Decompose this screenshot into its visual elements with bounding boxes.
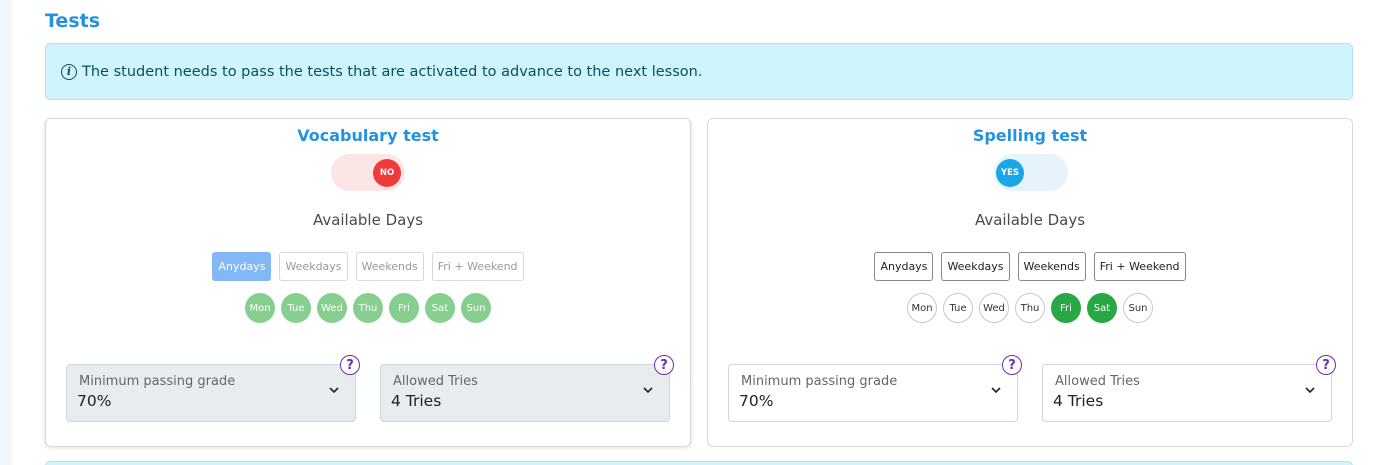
preset-weekdays-button[interactable]: Weekdays [941,252,1010,281]
preset-row: Anydays Weekdays Weekends Fri + Weekend [46,252,690,281]
day-tue[interactable]: Tue [281,293,311,323]
info-circle-icon: i [61,63,77,80]
spelling-test-toggle[interactable]: YES [994,154,1068,191]
day-wed[interactable]: Wed [317,293,347,323]
select-value: 4 Tries [1053,392,1104,410]
preset-row: Anydays Weekdays Weekends Fri + Weekend [708,252,1352,281]
select-value: 70% [77,392,112,410]
day-sat[interactable]: Sat [425,293,455,323]
day-sun[interactable]: Sun [1123,293,1153,323]
allowed-tries-select[interactable]: Allowed Tries 4 Tries ? [380,355,674,422]
day-mon[interactable]: Mon [245,293,275,323]
day-mon[interactable]: Mon [907,293,937,323]
day-fri[interactable]: Fri [389,293,419,323]
next-section-alert [45,461,1353,465]
day-sun[interactable]: Sun [461,293,491,323]
min-grade-select[interactable]: Minimum passing grade 70% ? [66,355,360,422]
available-days-label: Available Days [312,211,424,229]
day-row: Mon Tue Wed Thu Fri Sat Sun [46,293,690,323]
day-sat[interactable]: Sat [1087,293,1117,323]
preset-anydays-button[interactable]: Anydays [874,252,934,281]
chevron-down-icon [1305,387,1315,394]
toggle-knob: YES [996,159,1024,187]
info-message: The student needs to pass the tests that… [82,63,703,80]
chevron-down-icon [991,387,1001,394]
page-title: Tests [45,10,101,32]
card-title: Vocabulary test [297,126,439,145]
preset-fri-weekend-button[interactable]: Fri + Weekend [431,252,524,281]
chevron-down-icon [643,387,653,394]
spelling-test-card: Spelling test YES Available Days Anydays… [707,118,1353,447]
preset-anydays-button[interactable]: Anydays [212,252,272,281]
preset-weekdays-button[interactable]: Weekdays [279,252,348,281]
min-grade-select[interactable]: Minimum passing grade 70% ? [728,355,1022,422]
help-icon[interactable]: ? [654,355,674,375]
select-label: Minimum passing grade [79,374,236,389]
preset-fri-weekend-button[interactable]: Fri + Weekend [1093,252,1186,281]
day-wed[interactable]: Wed [979,293,1009,323]
help-icon[interactable]: ? [340,355,360,375]
select-label: Minimum passing grade [741,374,898,389]
info-alert: i The student needs to pass the tests th… [45,43,1353,100]
preset-weekends-button[interactable]: Weekends [1017,252,1086,281]
preset-weekends-button[interactable]: Weekends [355,252,424,281]
day-tue[interactable]: Tue [943,293,973,323]
chevron-down-icon [329,387,339,394]
select-label: Allowed Tries [1055,374,1140,389]
help-icon[interactable]: ? [1316,355,1336,375]
toggle-knob: NO [373,159,401,187]
allowed-tries-select[interactable]: Allowed Tries 4 Tries ? [1042,355,1336,422]
day-thu[interactable]: Thu [353,293,383,323]
left-strip [0,0,12,465]
day-fri[interactable]: Fri [1051,293,1081,323]
available-days-label: Available Days [974,211,1086,229]
help-icon[interactable]: ? [1002,355,1022,375]
select-value: 4 Tries [391,392,442,410]
vocabulary-test-card: Vocabulary test NO Available Days Anyday… [45,118,691,447]
day-row: Mon Tue Wed Thu Fri Sat Sun [708,293,1352,323]
select-value: 70% [739,392,774,410]
day-thu[interactable]: Thu [1015,293,1045,323]
select-label: Allowed Tries [393,374,478,389]
card-title: Spelling test [972,126,1088,145]
vocabulary-test-toggle[interactable]: NO [331,154,405,191]
